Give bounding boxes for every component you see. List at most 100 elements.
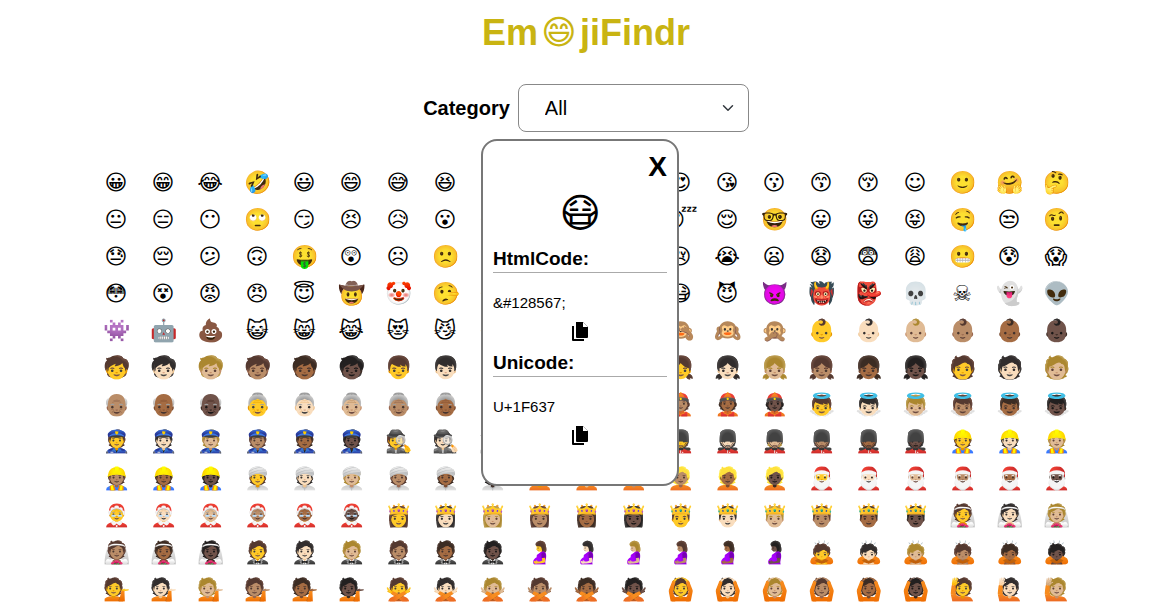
emoji-button[interactable]: 🙂 <box>939 164 986 201</box>
emoji-button[interactable]: 👮 <box>93 423 140 460</box>
emoji-button[interactable]: 🙇🏾 <box>986 534 1033 571</box>
emoji-button[interactable]: 👰🏾 <box>140 534 187 571</box>
emoji-button[interactable]: 👵🏽 <box>375 386 422 423</box>
emoji-button[interactable]: 👮🏿 <box>328 423 375 460</box>
emoji-button[interactable]: 🙇🏿 <box>1033 534 1080 571</box>
emoji-button[interactable]: 👼🏻 <box>845 386 892 423</box>
emoji-button[interactable]: 👴🏽 <box>93 386 140 423</box>
emoji-button[interactable]: 💁🏼 <box>187 571 234 607</box>
emoji-button[interactable]: 🤴 <box>657 497 704 534</box>
emoji-button[interactable]: 😩 <box>892 238 939 275</box>
emoji-button[interactable]: 👼 <box>798 386 845 423</box>
emoji-button[interactable]: 👲🏿 <box>751 386 798 423</box>
emoji-button[interactable]: 😠 <box>234 275 281 312</box>
copy-icon[interactable] <box>571 425 589 446</box>
emoji-button[interactable]: 😌 <box>704 201 751 238</box>
emoji-button[interactable]: 👦🏻 <box>422 349 469 386</box>
emoji-button[interactable]: 😅 <box>375 164 422 201</box>
emoji-button[interactable]: 🙁 <box>422 238 469 275</box>
emoji-button[interactable]: 🤵🏿 <box>469 534 516 571</box>
emoji-button[interactable]: 🤖 <box>140 312 187 349</box>
emoji-button[interactable]: 😰 <box>986 238 1033 275</box>
emoji-button[interactable]: 👮🏻 <box>140 423 187 460</box>
category-select[interactable]: All <box>518 84 749 132</box>
emoji-button[interactable]: 👷🏼 <box>1033 423 1080 460</box>
emoji-button[interactable]: 🙆🏻 <box>704 571 751 607</box>
emoji-button[interactable]: 😜 <box>845 201 892 238</box>
emoji-button[interactable]: 🤶🏼 <box>187 497 234 534</box>
emoji-button[interactable]: 👷🏿 <box>187 460 234 497</box>
emoji-button[interactable]: 😧 <box>798 238 845 275</box>
emoji-button[interactable]: 🤵🏻 <box>281 534 328 571</box>
emoji-button[interactable]: 😥 <box>375 201 422 238</box>
emoji-button[interactable]: 🧒 <box>93 349 140 386</box>
emoji-button[interactable]: 👦 <box>375 349 422 386</box>
emoji-button[interactable]: 🤨 <box>1033 201 1080 238</box>
emoji-button[interactable]: 👸🏾 <box>563 497 610 534</box>
emoji-button[interactable]: 🎅🏾 <box>986 460 1033 497</box>
emoji-button[interactable]: 👾 <box>93 312 140 349</box>
emoji-button[interactable]: 🧒🏿 <box>328 349 375 386</box>
emoji-button[interactable]: 👮🏽 <box>234 423 281 460</box>
emoji-button[interactable]: 🙆 <box>657 571 704 607</box>
emoji-button[interactable]: 🤓 <box>751 201 798 238</box>
emoji-button[interactable]: 😮 <box>422 201 469 238</box>
emoji-button[interactable]: 👴🏾 <box>140 386 187 423</box>
emoji-button[interactable]: 🧒🏾 <box>281 349 328 386</box>
emoji-button[interactable]: 💁 <box>93 571 140 607</box>
emoji-button[interactable]: 😆 <box>422 164 469 201</box>
emoji-button[interactable]: 🤵 <box>234 534 281 571</box>
emoji-button[interactable]: 👼🏽 <box>939 386 986 423</box>
emoji-button[interactable]: 👵 <box>234 386 281 423</box>
emoji-button[interactable]: 🙆🏽 <box>798 571 845 607</box>
emoji-button[interactable]: 🧑🏻 <box>986 349 1033 386</box>
emoji-button[interactable]: 👳🏾 <box>422 460 469 497</box>
emoji-button[interactable]: 🎅🏿 <box>1033 460 1080 497</box>
emoji-button[interactable]: 👧🏼 <box>751 349 798 386</box>
emoji-button[interactable]: 😼 <box>422 312 469 349</box>
emoji-button[interactable]: 👵🏻 <box>281 386 328 423</box>
emoji-button[interactable]: 💂🏽 <box>798 423 845 460</box>
emoji-button[interactable]: 🤶🏻 <box>140 497 187 534</box>
emoji-button[interactable]: 🎅 <box>798 460 845 497</box>
emoji-button[interactable]: 👶🏻 <box>845 312 892 349</box>
emoji-button[interactable]: 💁🏿 <box>328 571 375 607</box>
emoji-button[interactable]: 😀 <box>93 164 140 201</box>
emoji-button[interactable]: 🤴🏻 <box>704 497 751 534</box>
emoji-button[interactable]: 😑 <box>140 201 187 238</box>
emoji-button[interactable]: 👧🏿 <box>892 349 939 386</box>
emoji-button[interactable]: 👮🏼 <box>187 423 234 460</box>
emoji-button[interactable]: 🙇🏼 <box>892 534 939 571</box>
emoji-button[interactable]: 👸🏿 <box>610 497 657 534</box>
emoji-button[interactable]: 🤶🏿 <box>328 497 375 534</box>
emoji-button[interactable]: 🙇 <box>798 534 845 571</box>
emoji-button[interactable]: 👱🏿 <box>751 460 798 497</box>
emoji-button[interactable]: 🤶 <box>93 497 140 534</box>
emoji-button[interactable]: 👶🏼 <box>892 312 939 349</box>
emoji-button[interactable]: 🤶🏽 <box>234 497 281 534</box>
emoji-button[interactable]: 💂🏾 <box>845 423 892 460</box>
emoji-button[interactable]: 😚 <box>845 164 892 201</box>
emoji-button[interactable]: 😵 <box>140 275 187 312</box>
emoji-button[interactable]: 😬 <box>939 238 986 275</box>
emoji-button[interactable]: 🙇🏻 <box>845 534 892 571</box>
emoji-button[interactable]: 🙅🏿 <box>610 571 657 607</box>
emoji-button[interactable]: 😨 <box>845 238 892 275</box>
emoji-button[interactable]: 😙 <box>798 164 845 201</box>
emoji-button[interactable]: 🙄 <box>234 201 281 238</box>
emoji-button[interactable]: 😈 <box>704 275 751 312</box>
emoji-button[interactable]: 👿 <box>751 275 798 312</box>
emoji-button[interactable]: 👰🏻 <box>986 497 1033 534</box>
emoji-button[interactable]: 😝 <box>892 201 939 238</box>
emoji-button[interactable]: 👺 <box>845 275 892 312</box>
emoji-button[interactable]: 🙋 <box>939 571 986 607</box>
emoji-button[interactable]: 👼🏼 <box>892 386 939 423</box>
emoji-button[interactable]: 🙊 <box>751 312 798 349</box>
emoji-button[interactable]: 👵🏾 <box>422 386 469 423</box>
emoji-button[interactable]: 😣 <box>328 201 375 238</box>
emoji-button[interactable]: 👷🏽 <box>93 460 140 497</box>
emoji-button[interactable]: 💂🏿 <box>892 423 939 460</box>
emoji-button[interactable]: 👳🏽 <box>375 460 422 497</box>
emoji-button[interactable]: 😡 <box>187 275 234 312</box>
emoji-button[interactable]: 💂🏻 <box>704 423 751 460</box>
